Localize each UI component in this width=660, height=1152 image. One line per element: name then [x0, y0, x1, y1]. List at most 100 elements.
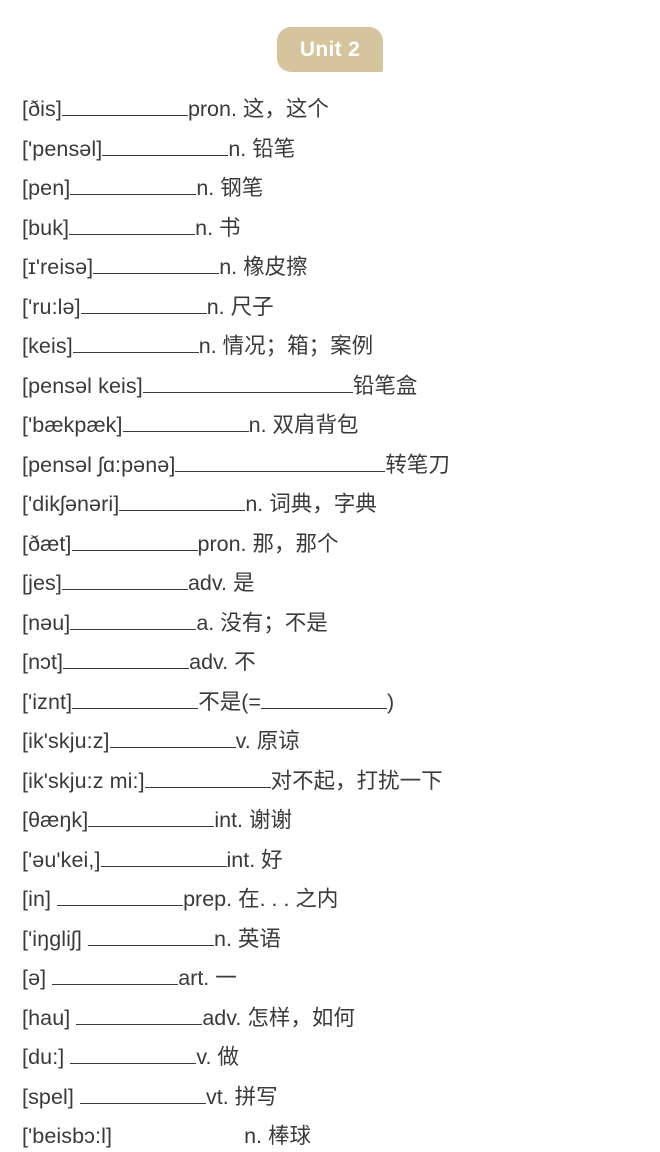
- phonetic-transcription: [ɪ'reisə]: [22, 255, 94, 279]
- word-row: [nɔt] adv. 不: [0, 643, 660, 683]
- word-row: ['beisbɔ:l] n. 棒球: [0, 1117, 660, 1152]
- word-meaning: adv. 是: [187, 571, 255, 595]
- word-meaning: n. 钢笔: [196, 176, 264, 200]
- unit-badge-label: Unit 2: [299, 38, 361, 61]
- word-row: [hau] adv. 怎样，如何: [0, 999, 660, 1039]
- answer-blank[interactable]: [93, 255, 220, 274]
- phonetic-transcription: ['iznt]: [22, 689, 73, 714]
- vocabulary-worksheet-page: Unit 2 [ðis] pron. 这，这个 ['pensəl] n. 铅笔 [pen…: [0, 0, 660, 1152]
- phonetic-transcription: ['bækpæk]: [22, 413, 123, 437]
- phonetic-transcription: [pensəl ʃɑ:pənə]: [22, 452, 176, 477]
- word-row: [du:] v. 做: [0, 1038, 660, 1078]
- phonetic-transcription: [ik'skju:z]: [22, 729, 110, 753]
- word-row: [ðis] pron. 这，这个: [0, 90, 660, 130]
- word-row: [in] prep. 在. . . 之内: [0, 880, 660, 920]
- answer-blank[interactable]: [119, 492, 246, 511]
- word-row: [θæŋk] int. 谢谢: [0, 801, 660, 841]
- phonetic-transcription: [θæŋk]: [22, 808, 89, 832]
- phonetic-transcription: ['beisbɔ:l]: [22, 1124, 113, 1148]
- word-row: ['ru:lə] n. 尺子: [0, 288, 660, 328]
- word-meaning: 不是(=: [198, 689, 261, 714]
- word-meaning: art. 一: [178, 966, 237, 990]
- word-row: [ðæt] pron. 那，那个: [0, 525, 660, 565]
- answer-blank[interactable]: [100, 848, 227, 867]
- word-meaning: pron. 这，这个: [187, 97, 329, 121]
- word-row: [pensəl ʃɑ:pənə] 转笔刀: [0, 446, 660, 486]
- word-meaning: 对不起，打扰一下: [270, 768, 443, 793]
- phonetic-transcription: [in]: [22, 887, 52, 911]
- word-meaning: n. 英语: [213, 926, 281, 951]
- word-meaning: 铅笔盒: [352, 373, 418, 398]
- word-meaning: adv. 怎样，如何: [202, 1005, 355, 1030]
- answer-blank[interactable]: [122, 413, 249, 432]
- word-row: ['bækpæk] n. 双肩背包: [0, 406, 660, 446]
- answer-blank[interactable]: [71, 532, 198, 551]
- word-meaning: adv. 不: [189, 650, 256, 674]
- word-row: [spel] vt. 拼写: [0, 1078, 660, 1118]
- answer-blank[interactable]: [72, 334, 199, 353]
- word-meaning: n. 情况；箱；案例: [198, 334, 374, 358]
- answer-blank[interactable]: [109, 729, 236, 748]
- phonetic-transcription: ['dikʃənəri]: [22, 492, 120, 516]
- word-row: ['iŋgliʃ] n. 英语: [0, 920, 660, 960]
- phonetic-transcription: ['pensəl]: [22, 136, 103, 161]
- word-list: [ðis] pron. 这，这个 ['pensəl] n. 铅笔 [pen] n. 钢笔[…: [0, 90, 660, 1152]
- word-meaning: int. 好: [226, 847, 283, 872]
- answer-blank[interactable]: [102, 137, 229, 156]
- word-meaning: n. 词典，字典: [245, 492, 377, 516]
- phonetic-transcription: [ðis]: [22, 97, 62, 121]
- word-meaning: a. 没有；不是: [196, 610, 328, 635]
- answer-blank-secondary[interactable]: [260, 690, 387, 709]
- closing-parenthesis: ): [386, 689, 395, 714]
- answer-blank[interactable]: [80, 1085, 206, 1104]
- answer-blank[interactable]: [63, 650, 190, 669]
- phonetic-transcription: [jes]: [22, 571, 62, 595]
- phonetic-transcription: ['əu'kei,]: [22, 847, 101, 872]
- word-row: [ə] art. 一: [0, 959, 660, 999]
- phonetic-transcription: [buk]: [22, 215, 70, 240]
- answer-blank[interactable]: [72, 690, 199, 709]
- answer-blank[interactable]: [61, 97, 188, 116]
- word-row: [keis] n. 情况；箱；案例: [0, 327, 660, 367]
- word-meaning: n. 尺子: [206, 294, 274, 319]
- word-meaning: int. 谢谢: [214, 808, 292, 832]
- word-row: ['iznt] 不是(=): [0, 683, 660, 723]
- word-meaning: v. 原谅: [235, 729, 300, 753]
- phonetic-transcription: [nɔt]: [22, 650, 64, 674]
- phonetic-transcription: [ik'skju:z mi:]: [22, 768, 145, 793]
- answer-blank[interactable]: [80, 295, 207, 314]
- answer-blank[interactable]: [70, 176, 197, 195]
- word-row: [pen] n. 钢笔: [0, 169, 660, 209]
- word-row: [jes] adv. 是: [0, 564, 660, 604]
- answer-blank[interactable]: [57, 887, 184, 906]
- answer-blank[interactable]: [87, 927, 214, 946]
- answer-blank[interactable]: [88, 808, 215, 827]
- phonetic-transcription: [hau]: [22, 1005, 71, 1030]
- answer-blank[interactable]: [76, 1006, 203, 1025]
- unit-badge: Unit 2: [277, 27, 383, 72]
- phonetic-transcription: [du:]: [22, 1045, 65, 1069]
- answer-blank[interactable]: [69, 216, 196, 235]
- word-row: [nəu] a. 没有；不是: [0, 604, 660, 644]
- word-meaning: prep. 在. . . 之内: [183, 887, 339, 911]
- answer-blank[interactable]: [142, 374, 353, 393]
- answer-blank[interactable]: [70, 611, 197, 630]
- word-row: ['pensəl] n. 铅笔: [0, 130, 660, 170]
- unit-header: Unit 2: [0, 0, 660, 90]
- word-meaning: pron. 那，那个: [197, 531, 339, 556]
- word-row: ['dikʃənəri] n. 词典，字典: [0, 485, 660, 525]
- word-meaning: n. 橡皮擦: [219, 255, 308, 279]
- phonetic-transcription: ['iŋgliʃ]: [22, 926, 82, 951]
- word-meaning: n. 书: [195, 215, 241, 240]
- word-meaning: v. 做: [196, 1045, 239, 1069]
- answer-blank[interactable]: [175, 453, 386, 472]
- word-row: [pensəl keis] 铅笔盒: [0, 367, 660, 407]
- answer-blank[interactable]: [144, 769, 271, 788]
- answer-blank[interactable]: [61, 571, 188, 590]
- answer-blank[interactable]: [70, 1045, 197, 1064]
- word-meaning: n. 棒球: [244, 1124, 311, 1148]
- word-row: [ik'skju:z mi:] 对不起，打扰一下: [0, 762, 660, 802]
- answer-blank[interactable]: [52, 966, 179, 985]
- word-row: [ɪ'reisə] n. 橡皮擦: [0, 248, 660, 288]
- word-row: [buk] n. 书: [0, 209, 660, 249]
